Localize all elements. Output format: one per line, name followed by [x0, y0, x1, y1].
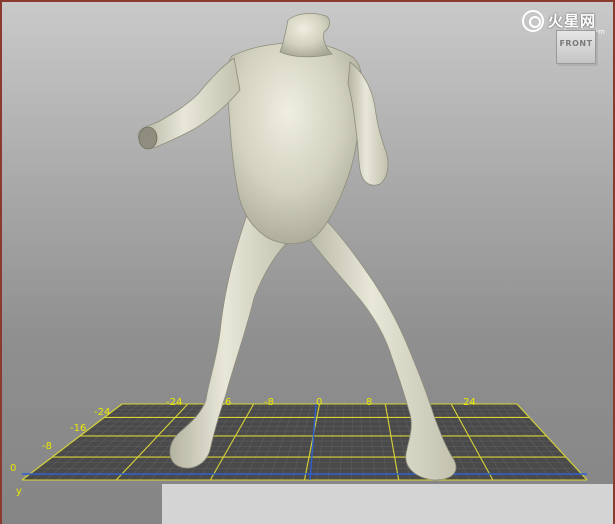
neck — [279, 12, 333, 58]
logo-icon — [522, 10, 544, 32]
view-cube[interactable]: FRONT — [550, 24, 598, 64]
torso — [226, 41, 363, 245]
z-label: -16 — [70, 423, 86, 434]
x-label: -8 — [264, 397, 274, 408]
left-wrist-opening — [138, 126, 158, 150]
z-label: -8 — [42, 441, 52, 452]
bottom-panel — [162, 484, 613, 524]
z-label: 0 — [10, 463, 16, 474]
x-label: 0 — [316, 397, 322, 408]
view-cube-label: FRONT — [559, 39, 593, 48]
axis-label-y: y — [16, 486, 22, 497]
view-cube-face[interactable]: FRONT — [556, 30, 596, 64]
x-label: -24 — [166, 397, 182, 408]
viewport[interactable]: -24 -16 -8 0 8 16 24 -24 -16 -8 0 y — [0, 0, 615, 524]
x-label: 8 — [366, 397, 372, 408]
scene-3d[interactable]: -24 -16 -8 0 8 16 24 -24 -16 -8 0 y — [2, 2, 615, 524]
z-label: -24 — [94, 407, 110, 418]
x-label: 24 — [463, 397, 476, 408]
